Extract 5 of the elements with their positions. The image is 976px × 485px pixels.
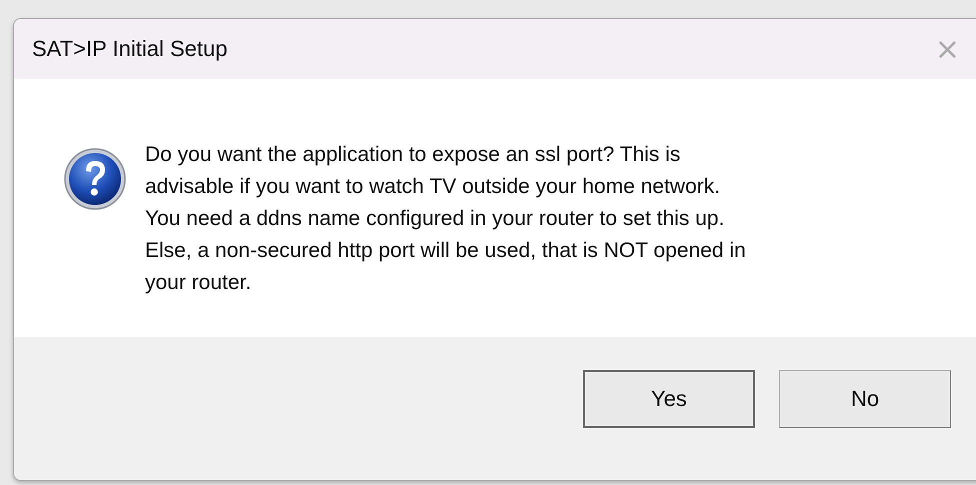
window-title: SAT>IP Initial Setup — [32, 36, 228, 62]
dialog-button[interactable]: No — [779, 370, 951, 428]
message-text: Do you want the application to expose an ssl port? This is advisable if you want to watch TV outside your home network. You need a ddns name configured in your router to set this up. Else, a non-secured http port will be used, that is NOT opened in your router. — [145, 142, 746, 296]
dialog-button[interactable]: Yes — [583, 370, 755, 428]
question-icon — [63, 147, 127, 211]
